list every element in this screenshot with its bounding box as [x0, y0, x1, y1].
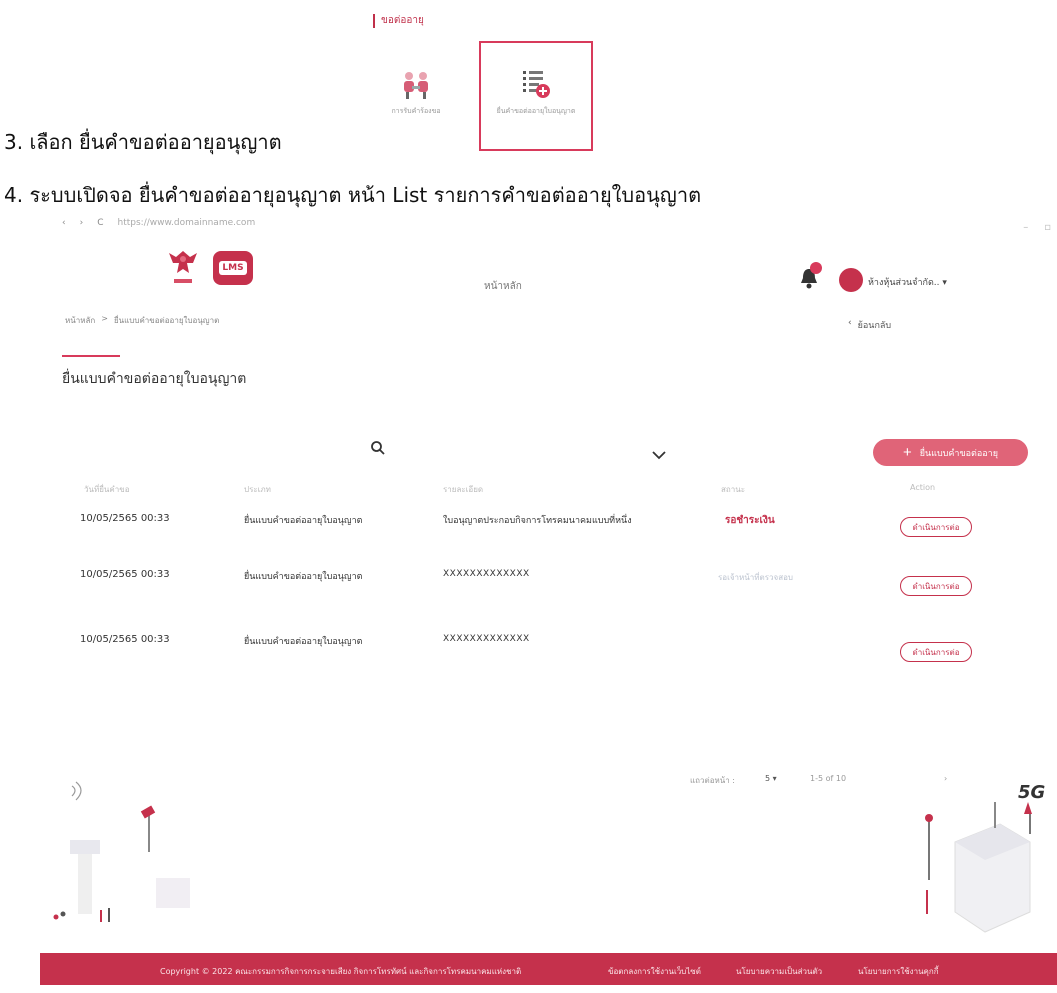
instruction-step-3: 3. เลือก ยื่นคำขอต่ออายุอนุญาต	[4, 130, 282, 154]
cell-detail: ใบอนุญาตประกอบกิจการโทรคมนาคมแบบที่หนึ่ง	[443, 516, 632, 526]
search-icon[interactable]	[370, 440, 386, 456]
window-controls: – ▫	[1023, 222, 1051, 233]
list-add-icon	[519, 67, 553, 101]
breadcrumb: หน้าหลัก > ยื่นแบบคำขอต่ออายุใบอนุญาต	[65, 314, 219, 327]
rows-per-page-select[interactable]: 5 ▾	[765, 774, 777, 783]
menu-card-renewal[interactable]: ยื่นคำขอต่ออายุใบอนุญาต	[479, 41, 593, 151]
page-range: 1-5 of 10	[810, 774, 847, 783]
breadcrumb-home[interactable]: หน้าหลัก	[65, 314, 95, 327]
status-badge: รอเจ้าหน้าที่ตรวจสอบ	[718, 573, 793, 582]
menu-card-requests[interactable]: การรับคำร้องขอ	[364, 55, 468, 153]
continue-button[interactable]: ดำเนินการต่อ	[900, 642, 972, 662]
menu-card-label: การรับคำร้องขอ	[391, 107, 441, 115]
nav-home-link[interactable]: หน้าหลัก	[484, 279, 522, 294]
back-button[interactable]: ‹ ย้อนกลับ	[848, 318, 891, 332]
rows-per-page-label: แถวต่อหน้า :	[690, 776, 735, 785]
browser-toolbar: ‹ › C https://www.domainname.com	[62, 218, 255, 228]
continue-button[interactable]: ดำเนินการต่อ	[900, 517, 972, 537]
column-header-action: Action	[910, 483, 936, 492]
people-meeting-icon	[399, 67, 433, 101]
garuda-emblem-logo	[166, 247, 200, 287]
chevron-left-icon: ‹	[848, 318, 852, 328]
status-badge: รอชำระเงิน	[725, 515, 775, 526]
cell-detail: XXXXXXXXXXXXX	[443, 569, 530, 579]
url-bar[interactable]: https://www.domainname.com	[118, 218, 256, 228]
restore-icon[interactable]: ▫	[1044, 222, 1051, 233]
cell-type: ยื่นแบบคำขอต่ออายุใบอนุญาต	[244, 637, 363, 647]
column-header-detail: รายละเอียด	[443, 485, 484, 494]
breadcrumb-separator: >	[101, 314, 108, 323]
back-arrow-icon[interactable]: ‹	[62, 218, 66, 228]
cell-type: ยื่นแบบคำขอต่ออายุใบอนุญาต	[244, 572, 363, 582]
column-header-date: วันที่ยื่นคำขอ	[84, 485, 130, 494]
cell-detail: XXXXXXXXXXXXX	[443, 634, 530, 644]
cell-date: 10/05/2565 00:33	[80, 569, 170, 580]
column-header-status: สถานะ	[721, 485, 745, 494]
city-illustration-left	[50, 780, 230, 944]
reload-icon[interactable]: C	[97, 218, 103, 228]
minimize-icon[interactable]: –	[1023, 222, 1028, 233]
5g-label: 5G	[1018, 782, 1046, 803]
avatar[interactable]	[839, 268, 863, 292]
footer-link-cookies[interactable]: นโยบายการใช้งานคุกกี้	[858, 965, 939, 978]
notification-badge	[810, 262, 822, 274]
user-menu[interactable]: ห้างหุ้นส่วนจำกัด.. ▾	[868, 275, 947, 289]
forward-arrow-icon[interactable]: ›	[80, 218, 84, 228]
continue-button[interactable]: ดำเนินการต่อ	[900, 576, 972, 596]
breadcrumb-current: ยื่นแบบคำขอต่ออายุใบอนุญาต	[113, 316, 220, 325]
page-title: ยื่นแบบคำขอต่ออายุใบอนุญาต	[62, 371, 247, 387]
cell-date: 10/05/2565 00:33	[80, 513, 170, 524]
new-renewal-button[interactable]: + ยื่นแบบคำขอต่ออายุ	[873, 439, 1028, 466]
column-header-type: ประเภท	[244, 485, 271, 494]
instruction-step-4: 4. ระบบเปิดจอ ยื่นคำขอต่ออายุอนุญาต หน้า…	[4, 183, 702, 207]
plus-icon: +	[902, 444, 912, 461]
footer-copyright: Copyright © 2022 คณะกรรมการกิจการกระจายเ…	[160, 967, 522, 976]
cell-type: ยื่นแบบคำขอต่ออายุใบอนุญาต	[244, 516, 363, 526]
title-accent-bar	[62, 355, 120, 357]
chevron-down-icon[interactable]	[651, 446, 667, 460]
section-tag: ขอต่ออายุ	[373, 14, 424, 28]
footer-link-terms[interactable]: ข้อตกลงการใช้งานเว็บไซต์	[608, 965, 701, 978]
menu-card-label: ยื่นคำขอต่ออายุใบอนุญาต	[496, 107, 576, 115]
footer: Copyright © 2022 คณะกรรมการกิจการกระจายเ…	[40, 953, 1057, 985]
search-input[interactable]	[392, 438, 512, 458]
lms-logo: LMS	[213, 251, 253, 285]
footer-link-privacy[interactable]: นโยบายความเป็นส่วนตัว	[736, 965, 822, 978]
cell-date: 10/05/2565 00:33	[80, 634, 170, 645]
